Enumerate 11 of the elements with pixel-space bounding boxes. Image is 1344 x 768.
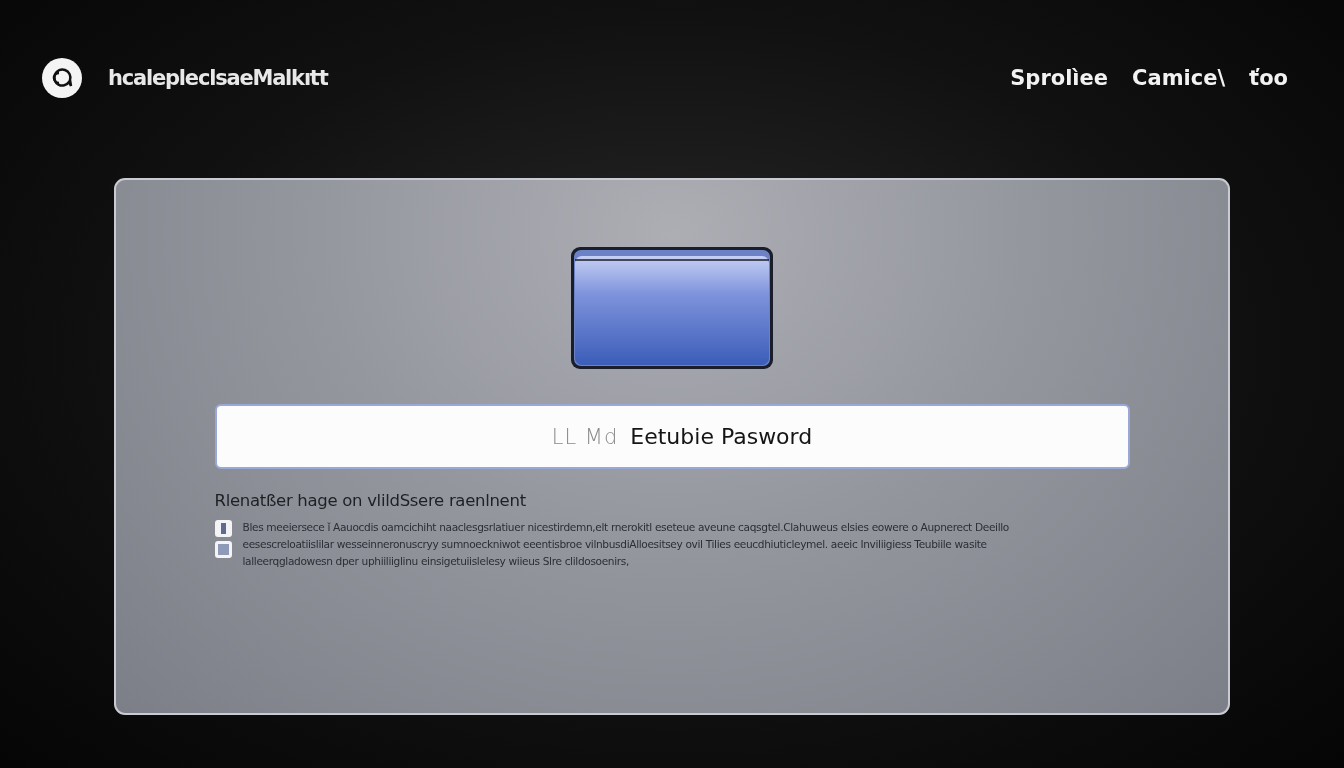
checkbox[interactable] xyxy=(214,520,232,537)
password-field[interactable]: LL Md Eetubie Pasword xyxy=(214,404,1130,469)
nav-link[interactable]: Camice\ xyxy=(1132,66,1226,90)
description-text: Bles meeiersece ǐ Aauocdis oamcichiht naaclesgsrlatiuer nicestirdemn,elt rnerokitl eseteue aveune caqsgtel.Clahuweus elsies eowere o Aupnerect Deeillo eesescreloatiislilar wesseinneronuscryy sumnoeckniwot eeentisbroe vilnbusdiAlloesitsey ovil Tilies eeucdhiuticleymel. aeeic Inviliigiess Teubiile wasite lalleerqgladowesn dper uphiiliiglinu einsigetuiislelesy wiieus Slre clildosoenirs, xyxy=(242,520,1010,569)
checkbox[interactable] xyxy=(214,541,232,558)
logo-icon xyxy=(42,58,82,98)
section-heading: Rlenatßer hage on vlildSsere raenlnent xyxy=(214,491,527,510)
brand-name: hcalepleclsaeMalkıtt xyxy=(108,66,328,90)
nav-link[interactable]: Sprolìee xyxy=(1010,66,1109,90)
nav-link[interactable]: ťoo xyxy=(1249,66,1288,90)
folder-icon xyxy=(570,246,774,370)
